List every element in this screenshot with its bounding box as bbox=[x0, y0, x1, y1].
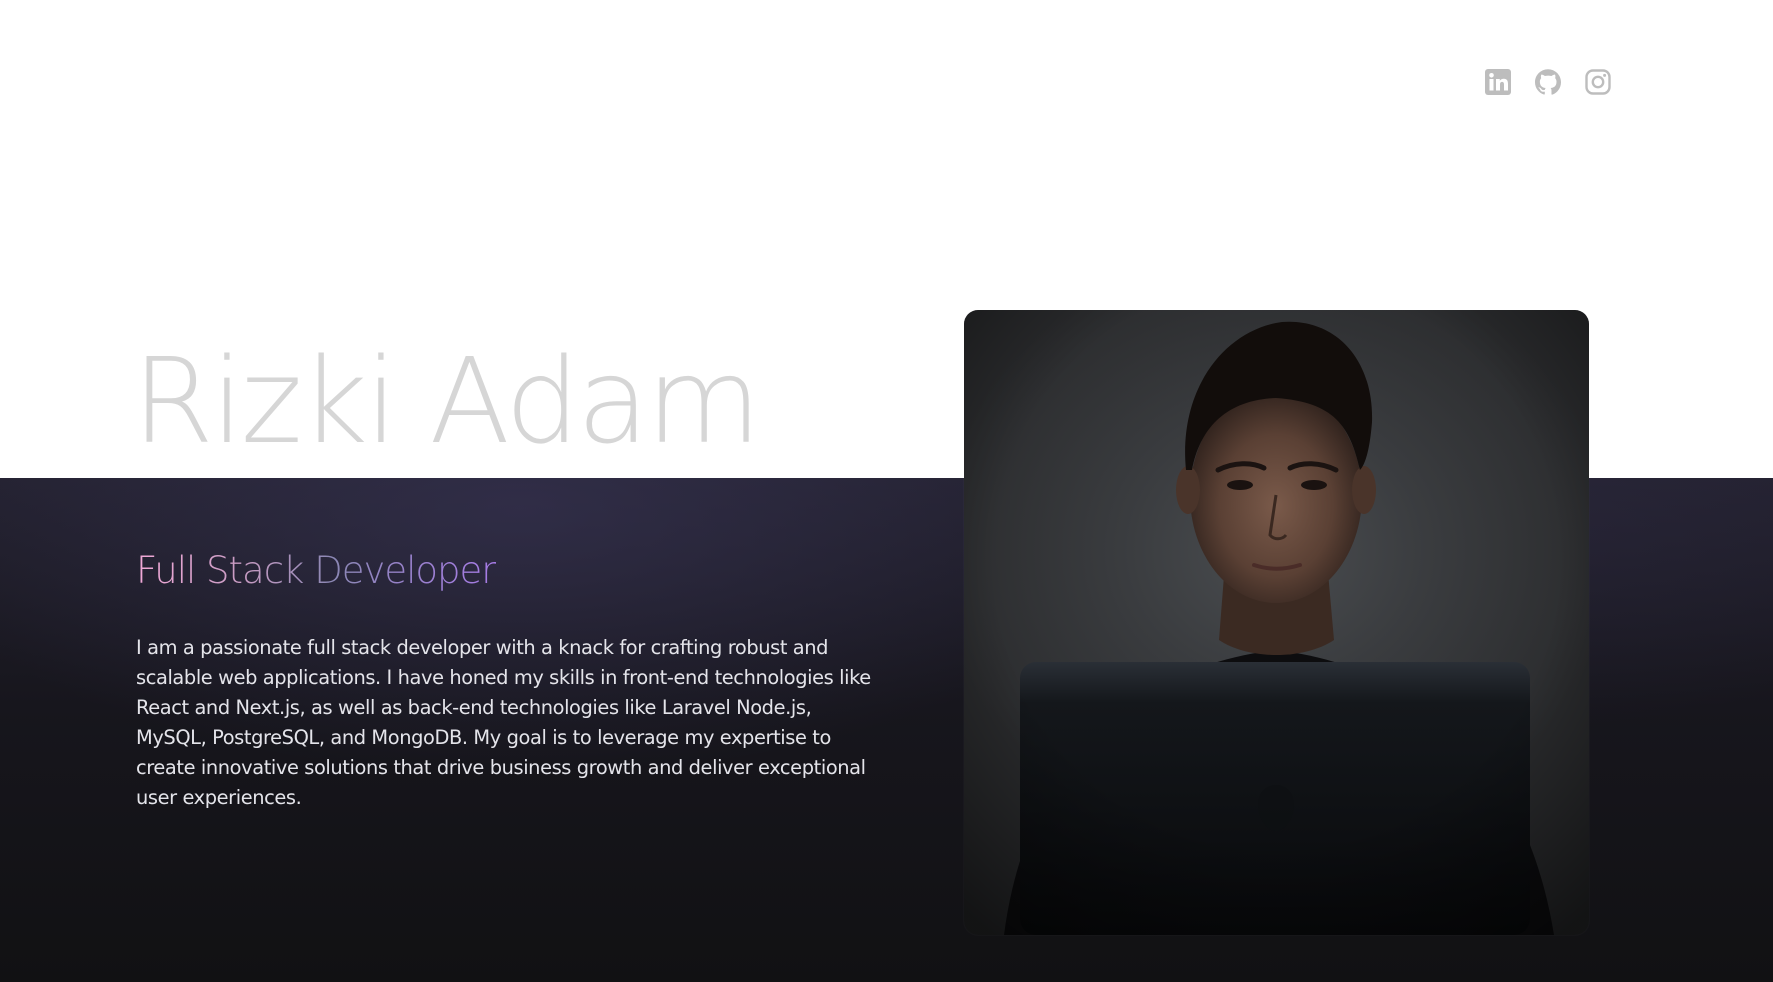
profile-photo bbox=[964, 310, 1589, 935]
hero-name: Rizki Adam bbox=[132, 332, 761, 470]
profile-photo-illustration bbox=[964, 310, 1589, 935]
instagram-link[interactable] bbox=[1584, 68, 1612, 96]
portfolio-page: Rizki Adam Full Stack Developer I am a p… bbox=[0, 0, 1773, 982]
hero-role: Full Stack Developer bbox=[136, 549, 497, 592]
github-link[interactable] bbox=[1534, 68, 1562, 96]
instagram-icon bbox=[1585, 69, 1611, 95]
github-icon bbox=[1535, 69, 1561, 95]
linkedin-icon bbox=[1485, 69, 1511, 95]
linkedin-link[interactable] bbox=[1484, 68, 1512, 96]
hero-bio: I am a passionate full stack developer w… bbox=[136, 636, 871, 809]
social-links bbox=[1484, 68, 1612, 96]
